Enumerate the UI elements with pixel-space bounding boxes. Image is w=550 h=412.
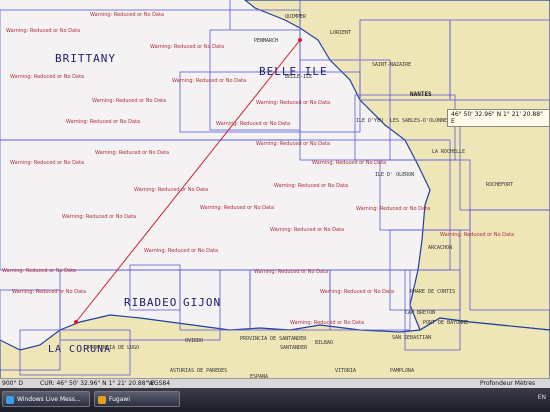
warning-label: Warning: Reduced or No Data	[10, 160, 85, 166]
region-label-ribadeo: RIBADEO	[124, 296, 178, 309]
warning-label: Warning: Reduced or No Data	[256, 141, 331, 147]
system-tray[interactable]: EN	[538, 394, 546, 401]
city-label-nantes: NANTES	[410, 91, 432, 98]
city-label-rochefort: ROCHEFORT	[486, 182, 514, 188]
city-label-asturias: ASTURIAS DE PAREDES	[170, 368, 228, 374]
warning-label: Warning: Reduced or No Data	[312, 160, 387, 166]
warning-label: Warning: Reduced or No Data	[144, 248, 219, 254]
city-label-san-sebastian: SAN SEBASTIAN	[392, 335, 432, 341]
coordinate-tooltip: 46° 50' 32.96" N 1° 21' 20.88" E	[447, 109, 550, 127]
city-label-pamplona: PAMPLONA	[390, 368, 415, 374]
warning-label: Warning: Reduced or No Data	[134, 187, 209, 193]
warning-label: Warning: Reduced or No Data	[66, 119, 141, 125]
warning-label: Warning: Reduced or No Data	[90, 12, 165, 18]
taskbar-item-label: Fugawi	[109, 396, 130, 403]
taskbar-item-messenger[interactable]: Windows Live Mess...	[2, 391, 90, 407]
warning-label: Warning: Reduced or No Data	[95, 150, 170, 156]
status-left-value: 900° D	[2, 380, 23, 387]
city-label-ile-doleron: ILE D' OLERON	[375, 172, 415, 178]
warning-label: Warning: Reduced or No Data	[274, 183, 349, 189]
warning-label: Warning: Reduced or No Data	[356, 206, 431, 212]
warning-label: Warning: Reduced or No Data	[256, 100, 331, 106]
warning-label: Warning: Reduced or No Data	[440, 232, 515, 238]
region-label-brittany: BRITTANY	[55, 52, 116, 65]
city-label-lorient: LORIENT	[330, 30, 352, 36]
depth-units-label: Profondeur Mètres	[480, 380, 536, 387]
fugawi-icon	[98, 396, 106, 404]
city-label-quimper: QUIMPER	[285, 14, 307, 20]
land-france	[244, 0, 550, 331]
city-label-oviedo: OVIEDO	[185, 338, 204, 344]
city-label-penmarch: PENMARCH	[254, 38, 279, 44]
city-label-saint-nazaire: SAINT-NAZAIRE	[372, 62, 412, 68]
city-label-bilbao: BILBAO	[315, 340, 334, 346]
city-label-provincia-de-santander: PROVINCIA DE SANTANDER	[240, 336, 307, 342]
city-label-port-de-bayonne: PORT DE BAYONNE	[423, 320, 469, 326]
warning-label: Warning: Reduced or No Data	[172, 78, 247, 84]
city-label-santander: SANTANDER	[280, 345, 308, 351]
city-label-phare-de-contis: PHARE DE CONTIS	[410, 289, 456, 295]
waypoint-end	[74, 320, 78, 324]
warning-label: Warning: Reduced or No Data	[62, 214, 137, 220]
city-label-arcachon: ARCACHON	[428, 245, 453, 251]
chart-view[interactable]: BRITTANY BELLE ILE RIBADEO GIJON LA CORU…	[0, 0, 550, 386]
messenger-icon	[6, 396, 14, 404]
city-label-vitoria: VITORIA	[335, 368, 357, 374]
warning-label: Warning: Reduced or No Data	[150, 44, 225, 50]
warning-label: Warning: Reduced or No Data	[290, 320, 365, 326]
cursor-readout: CUR: 46° 50' 32.96" N 1° 21' 20.88" E	[40, 380, 155, 387]
taskbar-item-label: Windows Live Mess...	[17, 396, 81, 403]
waypoint-start	[298, 38, 302, 42]
city-label-cap-breton: CAP BRETON	[405, 310, 436, 316]
taskbar-item-fugawi[interactable]: Fugawi	[94, 391, 180, 407]
warning-label: Warning: Reduced or No Data	[216, 121, 291, 127]
taskbar: Windows Live Mess... Fugawi EN	[0, 388, 550, 412]
warning-label: Warning: Reduced or No Data	[200, 205, 275, 211]
city-label-belle-ile-small: BELLE-ILE	[285, 74, 313, 80]
warning-label: Warning: Reduced or No Data	[320, 289, 395, 295]
datum-label: WGS84	[148, 380, 171, 387]
warning-label: Warning: Reduced or No Data	[10, 74, 85, 80]
city-label-la-rochelle: LA ROCHELLE	[432, 149, 466, 155]
warning-label: Warning: Reduced or No Data	[6, 28, 81, 34]
city-label-provincia-de-lugo: PROVINCIA DE LUGO	[88, 345, 140, 351]
warning-label: Warning: Reduced or No Data	[2, 268, 77, 274]
warning-label: Warning: Reduced or No Data	[92, 98, 167, 104]
region-label-gijon: GIJON	[183, 296, 222, 309]
warning-label: Warning: Reduced or No Data	[254, 269, 329, 275]
city-label-ile-dyeu: ILE D'YEU	[356, 118, 384, 124]
warning-label: Warning: Reduced or No Data	[12, 289, 87, 295]
warning-label: Warning: Reduced or No Data	[270, 227, 345, 233]
city-label-les-sables: LES SABLES-D'OLONNE	[390, 118, 448, 124]
